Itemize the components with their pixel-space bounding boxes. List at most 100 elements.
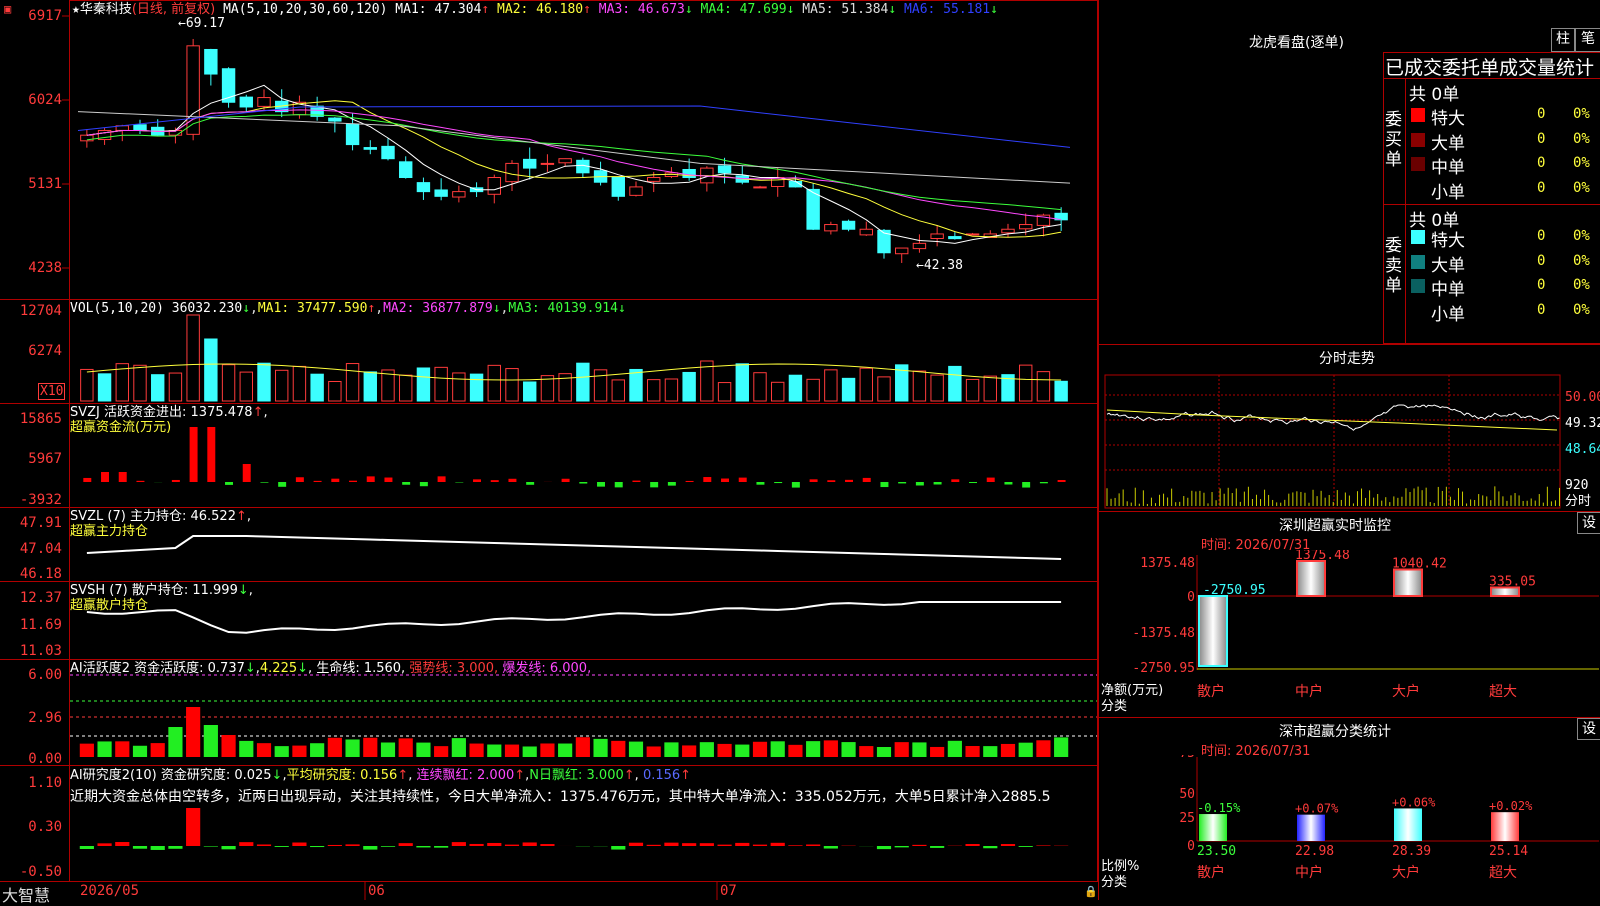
ai-research-bar	[523, 842, 537, 846]
order-row-label: 大单	[1431, 129, 1465, 154]
classify-bar-pct: -0.15%	[1197, 801, 1241, 815]
svzj-bar	[969, 482, 977, 483]
volume-bar	[240, 372, 252, 401]
ai-active-bar	[629, 742, 643, 757]
classify-bar-value: 28.39	[1392, 844, 1431, 859]
svzj-bar	[438, 476, 446, 482]
svzj-bar	[136, 481, 144, 482]
candle-body	[329, 118, 341, 121]
ma-values: MA1: 47.304↑ MA2: 46.180↑ MA3: 46.673↓ M…	[395, 2, 998, 17]
candle-body	[134, 125, 146, 131]
candle-body	[364, 148, 376, 150]
svzj-bar	[296, 477, 304, 482]
kline-chart-area[interactable]: 6917 6024 5131 4238 ▣ ★华秦科技(日线, 前复权) MA(…	[0, 0, 1098, 900]
classify-title: 深市超赢分类统计	[1279, 721, 1391, 741]
ai-research-bar	[257, 844, 271, 846]
price-tick: 4238	[0, 260, 62, 276]
monitor-bar	[1199, 596, 1227, 666]
ma-value: MA2: 46.180	[489, 2, 583, 17]
monitor-settings-button[interactable]: 设	[1577, 512, 1600, 534]
monitor-xlabel: 分类	[1101, 699, 1127, 714]
price-tick: 5131	[0, 176, 62, 192]
svzj-bar	[402, 482, 410, 485]
menu-icon[interactable]: ▣	[4, 2, 11, 16]
monitor-bar-value: 1375.48	[1295, 550, 1350, 563]
ma-value: MA3: 46.673	[591, 2, 685, 17]
order-row-count: 0	[1537, 181, 1545, 196]
volume-bar	[1020, 365, 1032, 401]
ai-active-bar	[505, 745, 519, 757]
svsh-tick: 11.69	[0, 617, 62, 633]
ai-active-bar	[310, 743, 324, 757]
volume-bar	[913, 371, 925, 401]
volume-bar	[134, 365, 146, 401]
classify-bar-value: 25.14	[1489, 844, 1528, 859]
ai-research-bar	[310, 846, 324, 847]
candle-body	[435, 190, 447, 196]
candle-body	[453, 192, 465, 197]
volume-bar	[346, 364, 358, 401]
order-row-label: 小单	[1431, 300, 1465, 325]
order-stats-title: 已成交委托单成交量统计	[1385, 53, 1594, 80]
volume-bar	[966, 379, 978, 401]
ai-research-bar	[611, 846, 625, 850]
ai-research-bar	[239, 842, 253, 846]
bar-mode-button[interactable]: 柱	[1551, 28, 1575, 52]
volume-bar	[435, 367, 447, 401]
monitor-tick: -2750.95	[1132, 661, 1195, 676]
svzj-bar	[827, 480, 835, 482]
svzj-bar	[331, 479, 339, 482]
period-tag[interactable]: (日线, 前复权)	[132, 2, 215, 17]
ai-active-bar	[399, 738, 413, 757]
ai-research-comment: 近期大资金总体由空转多，近两日出现异动，关注其持续性，今日大单净流入：1375.…	[70, 786, 1096, 806]
svzj-bar	[367, 476, 375, 482]
ai-active-bar	[1036, 740, 1050, 757]
lock-icon[interactable]: 🔒	[1084, 885, 1098, 898]
svzj-bar	[1040, 482, 1048, 483]
order-row-pct: 0%	[1573, 107, 1590, 122]
svsh-tick: 11.03	[0, 643, 62, 659]
ai-active-bar	[576, 737, 590, 757]
volume-bar	[825, 370, 837, 401]
ai-research-tick: 1.10	[0, 775, 62, 791]
ma-line	[78, 112, 1070, 183]
volume-bar	[842, 378, 854, 401]
volume-bar	[81, 369, 93, 401]
candle-body	[612, 177, 624, 196]
volume-bar	[789, 375, 801, 401]
star-icon[interactable]: ★	[72, 2, 80, 17]
sell-side-label: 委卖单	[1385, 236, 1405, 296]
tick-mode-button[interactable]: 笔	[1575, 28, 1600, 52]
classify-bar	[1394, 808, 1422, 841]
ai-research-bar	[221, 846, 235, 849]
svzj-bar	[703, 477, 711, 482]
kline-header: ★华秦科技(日线, 前复权) MA(5,10,20,30,60,120) MA1…	[72, 2, 998, 17]
svzl-tick: 47.04	[0, 541, 62, 557]
ai-active-bar	[1001, 744, 1015, 757]
volume-bar	[1055, 381, 1067, 401]
svzj-bar	[739, 478, 747, 482]
ai-active-bar	[558, 744, 572, 757]
candle-body	[258, 98, 270, 107]
volume-bar	[860, 368, 872, 401]
order-row-label: 中单	[1431, 275, 1465, 300]
classify-bar-pct: +0.06%	[1392, 795, 1436, 809]
svsh-tick: 12.37	[0, 590, 62, 606]
dragon-tiger-title: 龙虎看盘(逐单)	[1249, 32, 1344, 52]
ai-research-bar	[771, 843, 785, 846]
volume-bar	[736, 364, 748, 401]
classify-settings-button[interactable]: 设	[1577, 718, 1600, 740]
order-color-swatch	[1411, 230, 1425, 244]
ai-research-bar	[345, 844, 359, 846]
intraday-chart[interactable]	[1099, 370, 1600, 510]
ai-active-header: AI活跃度2 资金活跃度: 0.737↓,4.225↓, 生命线: 1.560,…	[70, 661, 591, 676]
ai-research-bar	[930, 846, 944, 848]
order-color-swatch	[1411, 279, 1425, 293]
ai-active-bar	[877, 747, 891, 757]
volume-bar	[1037, 372, 1049, 401]
ai-research-bar	[664, 843, 678, 846]
monitor-tick: 0	[1187, 590, 1195, 605]
svzj-bar	[650, 482, 658, 487]
volume-bar	[984, 376, 996, 401]
classify-bar	[1491, 812, 1519, 841]
